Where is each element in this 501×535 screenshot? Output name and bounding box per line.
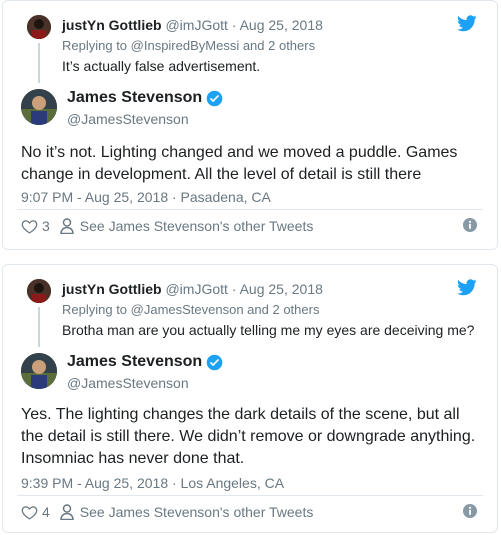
tweet-text: No it’s not. Lighting changed and we mov…: [21, 142, 471, 186]
thread-line: [38, 307, 40, 347]
divider: [17, 495, 483, 496]
tweet-text-line: change in development. All the level of …: [21, 166, 422, 183]
parent-date[interactable]: Aug 25, 2018: [240, 281, 323, 297]
heart-icon[interactable]: [21, 218, 38, 235]
author-name[interactable]: James Stevenson: [67, 353, 223, 371]
parent-author-handle[interactable]: @imJGott: [165, 281, 227, 297]
thread-line: [38, 43, 40, 83]
verified-badge-icon: [206, 90, 223, 106]
like-count[interactable]: 4: [42, 504, 50, 520]
author-name-text: James Stevenson: [67, 353, 203, 370]
person-icon: [60, 504, 74, 520]
parent-text: Brotha man are you actually telling me m…: [62, 322, 475, 338]
replying-to[interactable]: Replying to @InspiredByMessi and 2 other…: [62, 38, 315, 53]
parent-meta: justYn Gottlieb @imJGott · Aug 25, 2018: [62, 17, 323, 33]
parent-text: It’s actually false advertisement.: [62, 58, 261, 74]
avatar[interactable]: [21, 89, 57, 125]
tweet-text-line: No it’s not. Lighting changed and we mov…: [21, 144, 458, 161]
info-icon[interactable]: [463, 218, 477, 232]
tweet-timestamp[interactable]: 9:39 PM - Aug 25, 2018 · Los Angeles, CA: [21, 475, 284, 491]
avatar[interactable]: [27, 15, 51, 39]
person-icon: [60, 218, 74, 234]
parent-author-name[interactable]: justYn Gottlieb: [62, 281, 162, 297]
separator-dot: ·: [231, 281, 237, 297]
divider: [17, 209, 483, 210]
tweet-text-line: Insomniac has never done that.: [21, 450, 245, 467]
avatar[interactable]: [21, 353, 57, 389]
author-handle[interactable]: @JamesStevenson: [67, 111, 189, 127]
avatar[interactable]: [27, 279, 51, 303]
separator-dot: ·: [231, 17, 237, 33]
tweet-text-line: the detail is still there. We didn’t rem…: [21, 428, 476, 445]
info-icon[interactable]: [463, 504, 477, 518]
author-handle[interactable]: @JamesStevenson: [67, 375, 189, 391]
tweet-actions: 4 See James Stevenson's other Tweets: [21, 502, 479, 522]
parent-author-name[interactable]: justYn Gottlieb: [62, 17, 162, 33]
tweet-timestamp[interactable]: 9:07 PM - Aug 25, 2018 · Pasadena, CA: [21, 189, 271, 205]
see-other-tweets-link[interactable]: See James Stevenson's other Tweets: [80, 504, 314, 520]
author-name-text: James Stevenson: [67, 89, 203, 106]
author-name[interactable]: James Stevenson: [67, 89, 223, 107]
parent-meta: justYn Gottlieb @imJGott · Aug 25, 2018: [62, 281, 323, 297]
like-count[interactable]: 3: [42, 218, 50, 234]
replying-to[interactable]: Replying to @JamesStevenson and 2 others: [62, 302, 319, 317]
twitter-bird-icon[interactable]: [457, 279, 477, 296]
heart-icon[interactable]: [21, 504, 38, 521]
tweet-card[interactable]: justYn Gottlieb @imJGott · Aug 25, 2018 …: [2, 0, 498, 250]
parent-author-handle[interactable]: @imJGott: [165, 17, 227, 33]
tweet-actions: 3 See James Stevenson's other Tweets: [21, 216, 479, 236]
tweet-text: Yes. The lighting changes the dark detai…: [21, 404, 476, 470]
tweet-text-line: Yes. The lighting changes the dark detai…: [21, 406, 460, 423]
see-other-tweets-link[interactable]: See James Stevenson's other Tweets: [80, 218, 314, 234]
parent-date[interactable]: Aug 25, 2018: [240, 17, 323, 33]
tweet-card[interactable]: justYn Gottlieb @imJGott · Aug 25, 2018 …: [2, 264, 498, 533]
twitter-bird-icon[interactable]: [457, 15, 477, 32]
verified-badge-icon: [206, 354, 223, 370]
